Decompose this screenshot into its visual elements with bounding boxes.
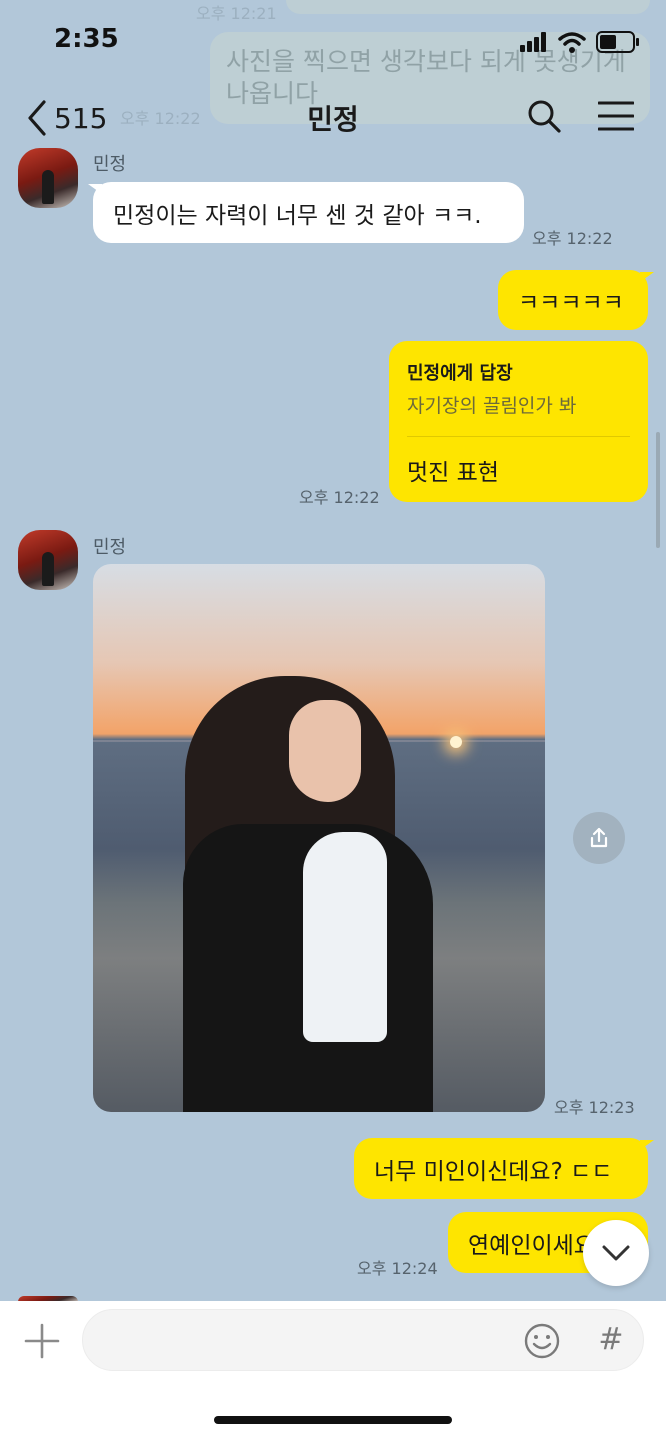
message-input[interactable] <box>105 1310 529 1372</box>
home-indicator <box>214 1416 452 1424</box>
message-text: 멋진 표현 <box>407 460 499 486</box>
menu-icon <box>597 101 635 131</box>
message-input-container: # <box>82 1309 644 1372</box>
photo-message[interactable] <box>93 564 545 1112</box>
status-icons <box>520 30 640 54</box>
status-time: 2:35 <box>54 24 119 54</box>
avatar[interactable] <box>18 530 78 590</box>
battery-icon <box>596 31 639 53</box>
faded-message-text: 사진을 찍으면 생각보다 되게 못생기게 나옵니다 <box>226 47 626 108</box>
chevron-down-icon <box>602 1245 630 1261</box>
reply-target-label: 민정에게 답장 <box>407 363 513 384</box>
photo-person-shirt <box>303 832 387 1042</box>
emoji-icon <box>524 1323 560 1359</box>
search-icon <box>528 100 561 133</box>
emoji-button[interactable] <box>523 1322 561 1360</box>
search-button[interactable] <box>526 98 562 134</box>
wifi-icon <box>558 32 586 53</box>
scroll-to-bottom-button[interactable] <box>583 1220 649 1286</box>
scroll-indicator[interactable] <box>656 432 660 548</box>
hashtag-button[interactable]: # <box>593 1320 629 1360</box>
avatar[interactable] <box>18 148 78 208</box>
message-time: 오후 12:22 <box>299 488 380 507</box>
message-bubble-sent[interactable]: ㅋㅋㅋㅋㅋ <box>498 270 648 330</box>
faded-message-time: 오후 12:22 <box>120 109 201 128</box>
photo-sun <box>450 736 462 748</box>
chat-title: 민정 <box>307 103 359 136</box>
message-text: 민정이는 자력이 너무 센 것 같아 ㅋㅋ. <box>113 202 482 229</box>
plus-icon <box>24 1323 60 1359</box>
message-time: 오후 12:24 <box>357 1259 438 1278</box>
message-time: 오후 12:23 <box>554 1098 635 1117</box>
previous-message-bubble <box>286 0 650 14</box>
message-time: 오후 12:22 <box>532 229 613 248</box>
photo-person-face <box>289 700 361 802</box>
previous-message-time: 오후 12:21 <box>196 4 277 23</box>
reply-quoted-text[interactable]: 자기장의 끌림인가 봐 <box>407 391 630 418</box>
back-chevron-icon <box>28 100 46 136</box>
unread-count: 515 <box>54 101 108 135</box>
reply-message-bubble[interactable]: 민정에게 답장 자기장의 끌림인가 봐 멋진 표현 <box>389 341 648 502</box>
cellular-signal-icon <box>520 32 546 52</box>
message-input-bar: # <box>0 1301 666 1440</box>
sender-name: 민정 <box>93 154 127 175</box>
share-icon <box>590 827 608 848</box>
message-bubble-sent[interactable]: 너무 미인이신데요? ㄷㄷ <box>354 1138 648 1199</box>
menu-button[interactable] <box>597 100 635 132</box>
attach-button[interactable] <box>22 1321 62 1361</box>
share-button[interactable] <box>573 812 625 864</box>
back-button[interactable]: 515 <box>26 98 107 138</box>
sender-name: 민정 <box>93 537 127 558</box>
reply-divider <box>407 436 630 437</box>
message-bubble-received[interactable]: 민정이는 자력이 너무 센 것 같아 ㅋㅋ. <box>93 182 524 243</box>
message-text: ㅋㅋㅋㅋㅋ <box>518 290 624 316</box>
message-text: 너무 미인이신데요? ㄷㄷ <box>374 1158 613 1185</box>
